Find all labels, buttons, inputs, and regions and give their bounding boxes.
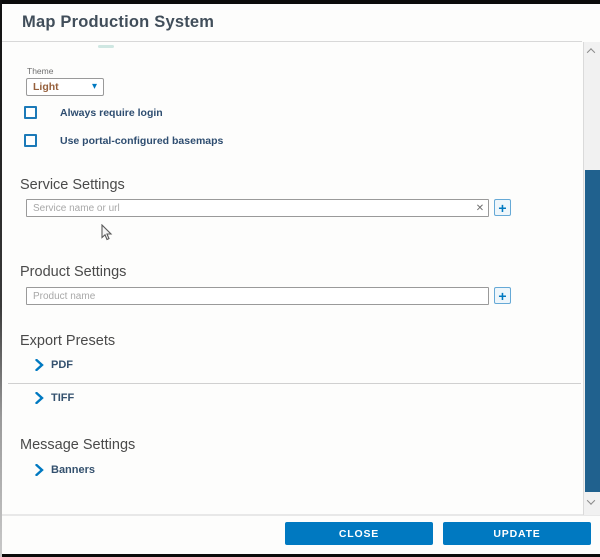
product-name-input[interactable] (26, 287, 489, 305)
pdf-preset-expander[interactable]: PDF (35, 359, 73, 371)
footer-divider (0, 514, 600, 516)
scroll-down-icon[interactable] (588, 499, 596, 507)
settings-dialog: Map Production System Theme Light ▾ Alwa… (0, 0, 600, 557)
service-name-input[interactable] (26, 199, 489, 217)
header-divider (2, 41, 582, 42)
scrollbar-thumb[interactable] (585, 170, 600, 492)
chevron-right-icon (35, 359, 44, 371)
always-require-login-row[interactable]: Always require login (24, 106, 163, 119)
add-service-button[interactable]: + (494, 199, 511, 216)
scroll-up-icon[interactable] (588, 48, 596, 56)
theme-dropdown[interactable]: Light ▾ (26, 78, 104, 96)
clear-icon[interactable]: ✕ (473, 201, 487, 215)
close-button[interactable]: CLOSE (285, 522, 433, 545)
screen-edge-top (0, 0, 600, 4)
product-settings-heading: Product Settings (20, 264, 126, 280)
expander-label: Banners (51, 464, 95, 476)
theme-dropdown-value: Light (33, 81, 92, 93)
theme-label: Theme (27, 66, 53, 76)
checkbox-label: Use portal-configured basemaps (60, 135, 223, 147)
export-presets-heading: Export Presets (20, 333, 115, 349)
screen-edge-left (0, 0, 2, 557)
update-button[interactable]: UPDATE (443, 522, 591, 545)
chevron-down-icon: ▾ (92, 82, 97, 92)
add-product-button[interactable]: + (494, 287, 511, 304)
mouse-cursor (100, 224, 113, 242)
expander-label: TIFF (51, 392, 74, 404)
portal-basemaps-row[interactable]: Use portal-configured basemaps (24, 134, 223, 147)
always-require-login-checkbox[interactable] (24, 106, 37, 119)
checkbox-label: Always require login (60, 107, 163, 119)
chevron-right-icon (35, 392, 44, 404)
service-settings-heading: Service Settings (20, 177, 125, 193)
banners-expander[interactable]: Banners (35, 464, 95, 476)
vertical-scrollbar[interactable] (583, 42, 600, 515)
scrolled-content-artifact (98, 45, 114, 48)
message-settings-heading: Message Settings (20, 437, 135, 453)
chevron-right-icon (35, 464, 44, 476)
tiff-preset-expander[interactable]: TIFF (35, 392, 74, 404)
expander-label: PDF (51, 359, 73, 371)
preset-divider (8, 383, 581, 384)
portal-basemaps-checkbox[interactable] (24, 134, 37, 147)
page-title: Map Production System (22, 13, 214, 32)
